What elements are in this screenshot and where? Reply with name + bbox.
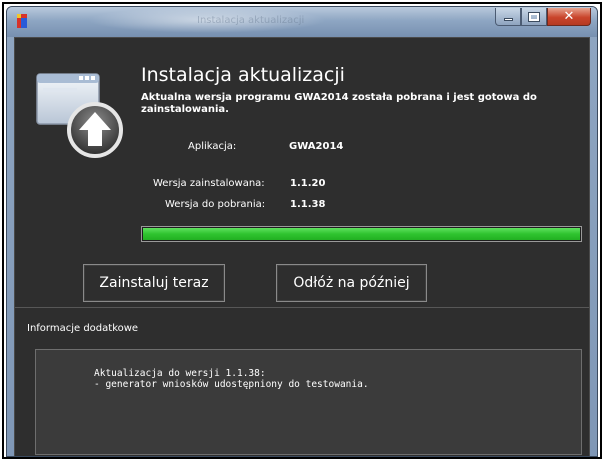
title-bar[interactable]: Instalacja aktualizacji ✕ [7,7,597,37]
dialog-subtitle: Aktualna wersja programu GWA2014 została… [141,92,537,115]
download-version-value: 1.1.38 [290,199,326,210]
close-icon: ✕ [563,9,575,24]
dialog-title: Instalacja aktualizacji [141,64,345,86]
app-icon[interactable] [15,13,29,29]
maximize-button[interactable] [521,8,547,26]
minimize-icon [503,18,513,21]
window-title: Instalacja aktualizacji [197,15,305,26]
application-label: Aplikacja: [188,141,237,152]
close-button[interactable]: ✕ [547,8,591,26]
installed-version-value: 1.1.20 [290,178,326,189]
update-window: Instalacja aktualizacji ✕ Instalacja akt… [6,6,598,457]
additional-info-label: Informacje dodatkowe [27,323,139,334]
dialog-content: Instalacja aktualizacji Aktualna wersja … [14,37,590,456]
postpone-button[interactable]: Odłóż na później [276,264,427,302]
window-controls: ✕ [495,8,591,26]
release-notes-line: Aktualizacja do wersji 1.1.38: [94,368,266,379]
install-now-button[interactable]: Zainstaluj teraz [83,264,225,302]
download-progress-fill [143,228,580,240]
minimize-button[interactable] [495,8,521,26]
installed-version-label: Wersja zainstalowana: [153,178,265,189]
download-version-label: Wersja do pobrania: [165,199,266,210]
maximize-icon [528,11,540,22]
section-divider [15,307,589,308]
download-progress-bar [141,226,582,242]
release-notes-line: - generator wniosków udostępniony do tes… [94,379,369,390]
release-notes-box: Aktualizacja do wersji 1.1.38: - generat… [35,349,582,455]
application-value: GWA2014 [289,141,344,152]
update-arrow-icon [35,72,135,172]
